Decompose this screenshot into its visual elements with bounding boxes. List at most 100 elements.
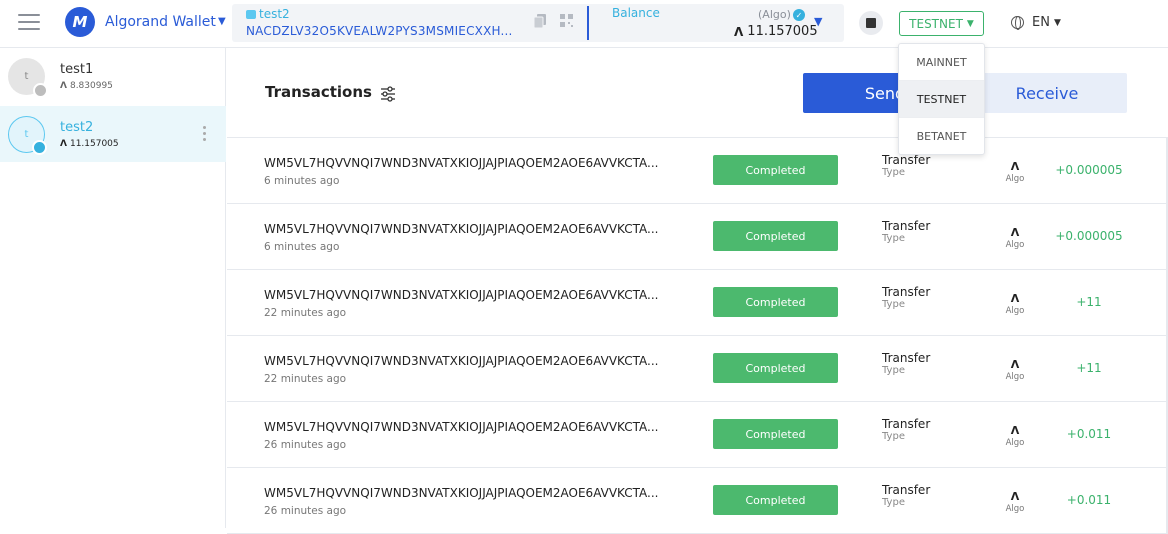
wallet-icon [246,9,256,19]
balance-unit: (Algo) [758,8,791,21]
asset-cell: Λ Algo [1000,424,1030,448]
balance-value-row: Λ 11.157005 [734,24,818,39]
avatar: t [8,116,47,155]
current-account-name: test2 [259,7,290,21]
algo-icon: Λ [1010,424,1020,437]
transaction-id: WM5VL7HQVVNQI7WND3NVATXKIOJJAJPIAQOEM2AO… [264,420,659,434]
table-row[interactable]: WM5VL7HQVVNQI7WND3NVATXKIOJJAJPIAQOEM2AO… [227,204,1168,270]
algorand-logo-icon: M [65,7,95,37]
transaction-type-label: Type [882,497,905,508]
algo-icon: Λ [1010,292,1020,305]
balance-label: Balance [612,6,660,20]
table-row[interactable]: WM5VL7HQVVNQI7WND3NVATXKIOJJAJPIAQOEM2AO… [227,336,1168,402]
asset-cell: Λ Algo [1000,358,1030,382]
chevron-down-icon[interactable]: ▼ [218,16,226,27]
chevron-down-icon: ▼ [1053,17,1061,28]
brand-name[interactable]: Algorand Wallet [105,14,216,30]
menu-icon[interactable] [18,14,40,32]
transaction-amount: +11 [1076,295,1102,309]
table-row[interactable]: WM5VL7HQVVNQI7WND3NVATXKIOJJAJPIAQOEM2AO… [227,468,1168,534]
transaction-type: Transfer [882,153,931,167]
status-badge: Completed [713,221,838,251]
account-name: test2 [60,120,94,135]
status-badge: Completed [713,419,838,449]
transaction-time: 6 minutes ago [264,241,340,253]
chevron-down-icon: ▼ [966,18,974,29]
wallet-badge-icon [33,83,48,98]
status-badge: Completed [713,155,838,185]
account-balance: Λ 11.157005 [60,139,119,149]
top-header: M Algorand Wallet ▼ test2 NACDZLV32O5KVE… [0,0,1168,48]
transaction-amount: +11 [1076,361,1102,375]
sidebar-item-account[interactable]: t test2 Λ 11.157005 [0,106,226,162]
menu-item-testnet[interactable]: TESTNET [899,81,984,118]
gift-button[interactable] [859,11,883,35]
gift-icon [866,18,876,28]
network-selector[interactable]: TESTNET ▼ [899,11,984,36]
transaction-amount: +0.011 [1066,493,1112,507]
main-content: Transactions Send Receive WM5VL7HQVVNQI7… [227,48,1168,534]
asset-cell: Λ Algo [1000,226,1030,250]
transaction-id: WM5VL7HQVVNQI7WND3NVATXKIOJJAJPIAQOEM2AO… [264,288,659,302]
table-row[interactable]: WM5VL7HQVVNQI7WND3NVATXKIOJJAJPIAQOEM2AO… [227,402,1168,468]
sidebar: t test1 Λ 8.830995 t test2 Λ 11.157005 [0,48,226,528]
transaction-time: 22 minutes ago [264,373,347,385]
network-dropdown-menu: MAINNET TESTNET BETANET [898,43,985,155]
chevron-down-icon[interactable]: ▼ [814,15,822,28]
globe-icon [1011,16,1024,30]
avatar: t [8,58,48,98]
transaction-id: WM5VL7HQVVNQI7WND3NVATXKIOJJAJPIAQOEM2AO… [264,486,659,500]
transaction-type: Transfer [882,417,931,431]
status-badge: Completed [713,287,838,317]
asset-cell: Λ Algo [1000,292,1030,316]
sidebar-item-account[interactable]: t test1 Λ 8.830995 [0,48,226,104]
transaction-amount: +0.000005 [1055,163,1123,177]
transaction-time: 6 minutes ago [264,175,340,187]
menu-item-mainnet[interactable]: MAINNET [899,44,984,81]
asset-cell: Λ Algo [1000,160,1030,184]
transaction-id: WM5VL7HQVVNQI7WND3NVATXKIOJJAJPIAQOEM2AO… [264,156,659,170]
filter-icon[interactable] [380,86,396,102]
transaction-time: 26 minutes ago [264,439,347,451]
algo-icon: Λ [1010,490,1020,503]
status-badge: Completed [713,353,838,383]
transaction-time: 22 minutes ago [264,307,347,319]
asset-cell: Λ Algo [1000,490,1030,514]
menu-item-betanet[interactable]: BETANET [899,118,984,155]
algo-icon: Λ [60,139,67,149]
verified-icon: ✓ [793,9,805,21]
table-row[interactable]: WM5VL7HQVVNQI7WND3NVATXKIOJJAJPIAQOEM2AO… [227,138,1168,204]
algo-icon: Λ [1010,160,1020,173]
transaction-type-label: Type [882,365,905,376]
transaction-type-label: Type [882,299,905,310]
transaction-type: Transfer [882,351,931,365]
language-selector[interactable]: EN ▼ [1011,15,1061,30]
algo-icon: Λ [1010,226,1020,239]
account-balance: Λ 8.830995 [60,81,113,91]
transaction-type: Transfer [882,285,931,299]
page-title: Transactions [265,83,372,101]
divider [587,6,589,40]
account-name: test1 [60,62,94,77]
receive-button[interactable]: Receive [967,73,1127,113]
transaction-type: Transfer [882,483,931,497]
wallet-badge-icon [32,140,47,155]
algo-icon: Λ [60,81,67,91]
transaction-amount: +0.000005 [1055,229,1123,243]
transaction-type-label: Type [882,233,905,244]
copy-icon[interactable] [534,14,546,28]
table-row[interactable]: WM5VL7HQVVNQI7WND3NVATXKIOJJAJPIAQOEM2AO… [227,270,1168,336]
network-selected: TESTNET [909,16,963,31]
transaction-type-label: Type [882,431,905,442]
transaction-type: Transfer [882,219,931,233]
more-options-icon[interactable] [203,126,207,144]
transaction-id: WM5VL7HQVVNQI7WND3NVATXKIOJJAJPIAQOEM2AO… [264,354,659,368]
language-label: EN [1032,15,1050,30]
qr-code-icon[interactable] [560,14,573,27]
transaction-id: WM5VL7HQVVNQI7WND3NVATXKIOJJAJPIAQOEM2AO… [264,222,659,236]
status-badge: Completed [713,485,838,515]
algo-icon: Λ [734,24,744,39]
account-summary: test2 NACDZLV32O5KVEALW2PYS3MSMIECXXH...… [232,4,844,42]
balance-value: 11.157005 [747,24,818,39]
transaction-time: 26 minutes ago [264,505,347,517]
